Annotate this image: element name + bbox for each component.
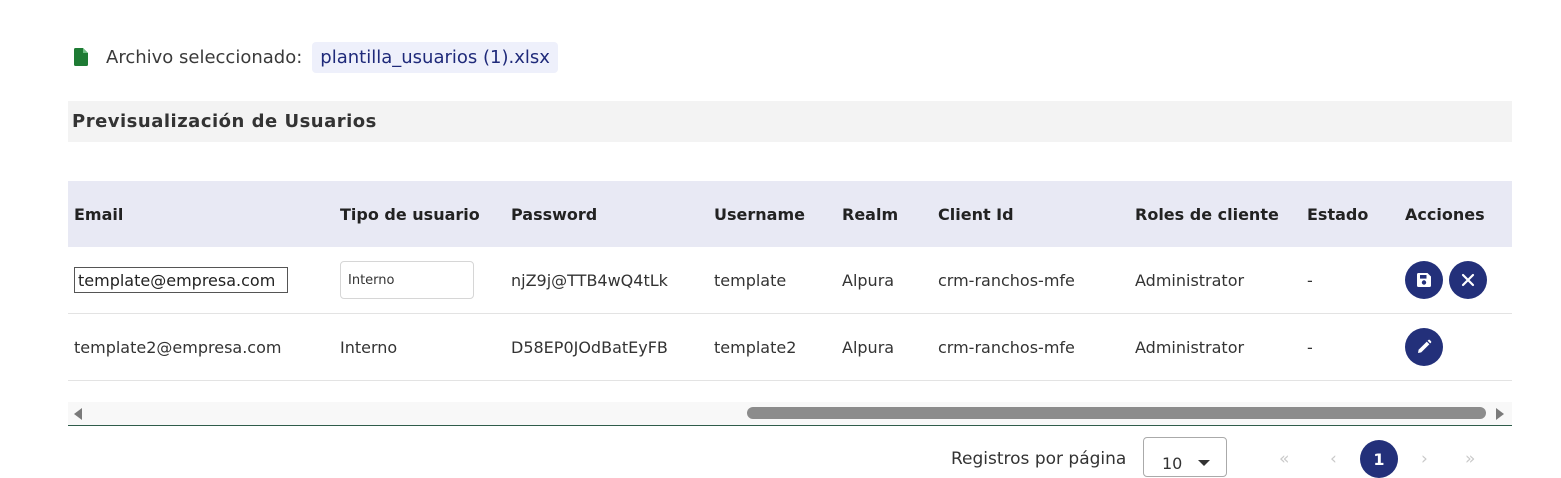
header-user-type: Tipo de usuario	[340, 204, 480, 224]
header-status: Estado	[1307, 204, 1369, 224]
last-page-button[interactable]: »	[1465, 449, 1475, 469]
header-password: Password	[511, 204, 598, 224]
file-icon	[74, 48, 88, 66]
table-row: template2@empresa.com Interno D58EP0JOdB…	[68, 314, 1512, 381]
chevron-down-icon	[1198, 460, 1210, 466]
header-email: Email	[74, 204, 124, 224]
save-button[interactable]	[1405, 261, 1443, 299]
edit-icon	[1418, 339, 1432, 353]
page-size-value: 10	[1162, 454, 1183, 473]
email-cell: template2@empresa.com	[74, 337, 282, 357]
client-id-cell: crm-ranchos-mfe	[938, 337, 1075, 357]
status-cell: -	[1307, 337, 1313, 357]
users-table: Email Tipo de usuario Password Username …	[68, 181, 1512, 381]
selected-file-row: Archivo seleccionado: plantilla_usuarios…	[74, 41, 558, 73]
file-name-chip: plantilla_usuarios (1).xlsx	[312, 41, 558, 73]
edit-button[interactable]	[1405, 328, 1443, 366]
close-icon	[1461, 273, 1475, 287]
actions-cell	[1405, 314, 1449, 380]
user-type-field[interactable]	[340, 261, 474, 299]
prev-page-button[interactable]: ‹	[1330, 449, 1337, 469]
first-page-button[interactable]: «	[1279, 449, 1289, 469]
username-cell: template2	[714, 337, 797, 357]
status-cell: -	[1307, 270, 1313, 290]
section-title: Previsualización de Usuarios	[72, 111, 377, 132]
realm-cell: Alpura	[842, 270, 895, 290]
header-username: Username	[714, 204, 805, 224]
header-realm: Realm	[842, 204, 899, 224]
realm-cell: Alpura	[842, 337, 895, 357]
password-cell: njZ9j@TTB4wQ4tLk	[511, 270, 668, 290]
table-header: Email Tipo de usuario Password Username …	[68, 181, 1512, 247]
cancel-button[interactable]	[1449, 261, 1487, 299]
table-row: njZ9j@TTB4wQ4tLk template Alpura crm-ran…	[68, 247, 1512, 314]
client-roles-cell: Administrator	[1135, 337, 1245, 357]
scrollbar-thumb[interactable]	[747, 407, 1486, 419]
scroll-left-arrow-icon[interactable]	[74, 408, 82, 420]
user-type-cell	[340, 247, 474, 313]
header-actions: Acciones	[1405, 204, 1485, 224]
client-roles-cell: Administrator	[1135, 270, 1245, 290]
scroll-right-arrow-icon[interactable]	[1496, 408, 1504, 420]
email-cell	[74, 247, 288, 313]
page-size-select[interactable]: 10	[1143, 437, 1227, 477]
preview-section-header: Previsualización de Usuarios	[68, 101, 1512, 142]
header-client-roles: Roles de cliente	[1135, 204, 1279, 224]
save-icon	[1417, 273, 1431, 287]
header-client-id: Client Id	[938, 204, 1014, 224]
password-cell: D58EP0JOdBatEyFB	[511, 337, 668, 357]
username-cell: template	[714, 270, 787, 290]
email-field[interactable]	[74, 267, 288, 293]
actions-cell	[1405, 247, 1493, 313]
page-size-label: Registros por página	[951, 449, 1127, 469]
user-type-cell: Interno	[340, 337, 398, 357]
current-page-button[interactable]: 1	[1360, 440, 1398, 478]
next-page-button[interactable]: ›	[1421, 449, 1428, 469]
horizontal-scrollbar[interactable]	[68, 402, 1512, 426]
pagination: Registros por página 10 « ‹ 1 › »	[0, 437, 1561, 478]
client-id-cell: crm-ranchos-mfe	[938, 270, 1075, 290]
file-label: Archivo seleccionado:	[106, 46, 303, 68]
